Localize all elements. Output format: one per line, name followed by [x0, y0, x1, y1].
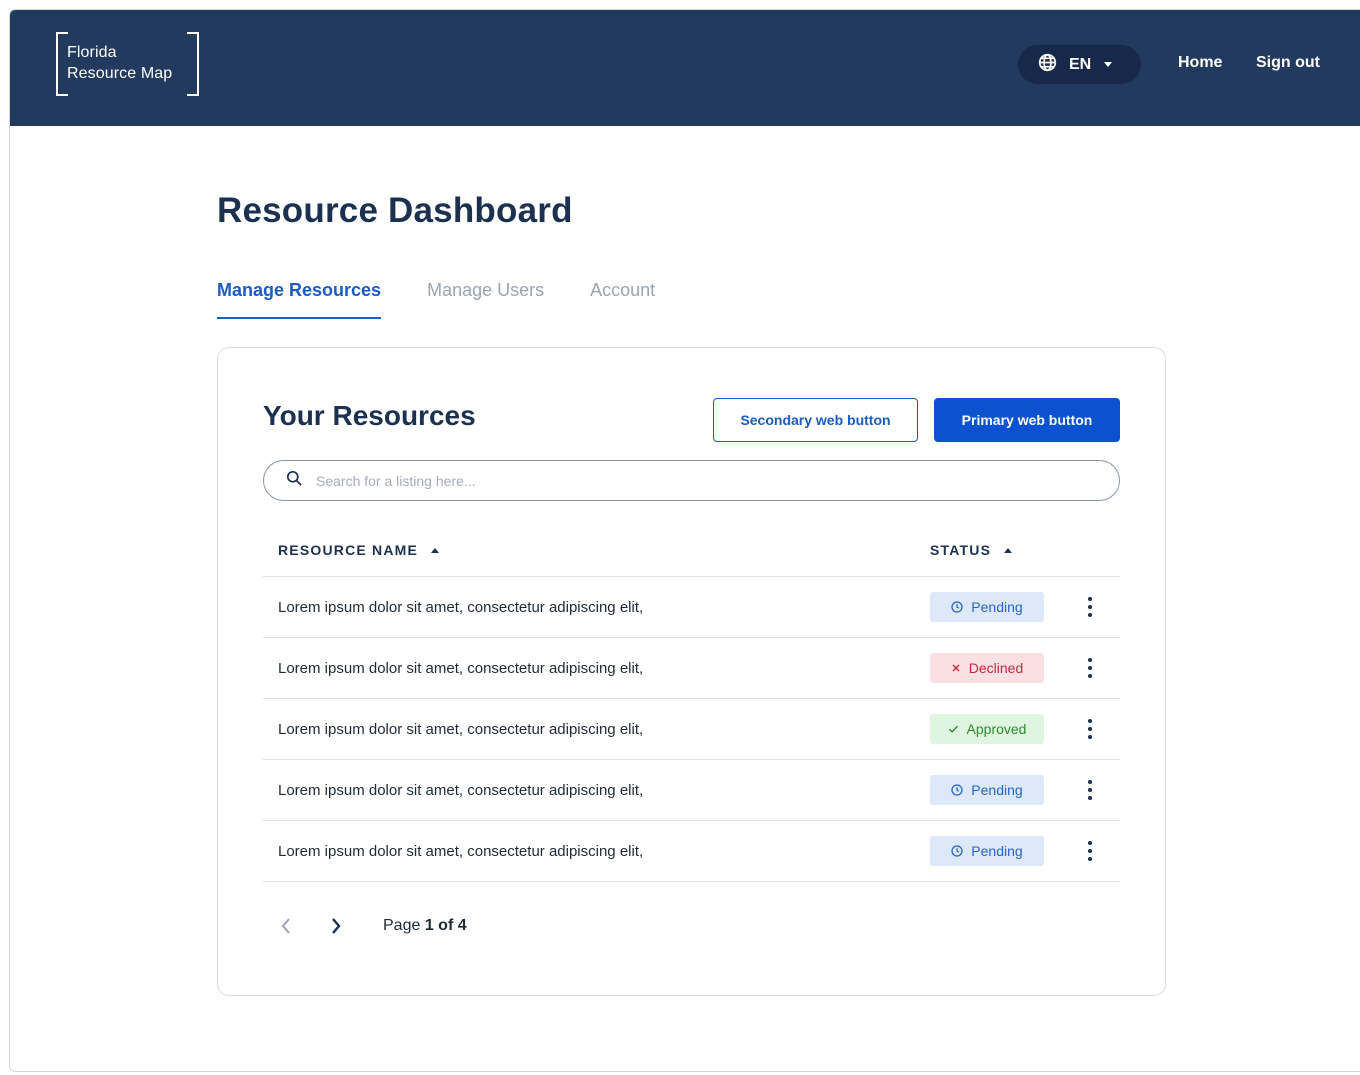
table-row[interactable]: Lorem ipsum dolor sit amet, consectetur … [263, 760, 1120, 821]
table-row[interactable]: Lorem ipsum dolor sit amet, consectetur … [263, 821, 1120, 882]
page-current: 1 of 4 [424, 917, 467, 934]
tab-manage-resources[interactable]: Manage Resources [217, 277, 382, 319]
page-title: Resource Dashboard [217, 191, 573, 230]
search-bar [263, 460, 1120, 501]
resource-name: Lorem ipsum dolor sit amet, consectetur … [278, 721, 644, 738]
status-badge-pending: Pending [930, 592, 1044, 622]
logo-line-2: Resource Map [67, 65, 173, 82]
table-row[interactable]: Lorem ipsum dolor sit amet, consectetur … [263, 699, 1120, 760]
tab-account[interactable]: Account [590, 277, 655, 319]
x-icon [951, 663, 961, 673]
chevron-right-icon[interactable] [326, 916, 346, 936]
nav-sign-out-link[interactable]: Sign out [1256, 54, 1320, 72]
nav-home-link[interactable]: Home [1178, 54, 1222, 72]
column-label-resource-name: RESOURCE NAME [278, 542, 419, 558]
kebab-menu-icon[interactable] [1083, 839, 1097, 863]
top-header: Florida Resource Map EN Home Sign out [10, 10, 1360, 126]
table-body: Lorem ipsum dolor sit amet, consectetur … [263, 577, 1120, 882]
app-window: Florida Resource Map EN Home Sign out Re… [9, 9, 1360, 1072]
primary-button[interactable]: Primary web button [934, 398, 1120, 442]
tab-manage-users[interactable]: Manage Users [427, 277, 544, 319]
page-prefix: Page [383, 917, 421, 934]
clock-icon [951, 784, 963, 796]
resource-name: Lorem ipsum dolor sit amet, consectetur … [278, 782, 644, 799]
pagination: Page 1 of 4 [276, 910, 467, 942]
status-label: Approved [966, 721, 1027, 737]
status-badge-pending: Pending [930, 836, 1044, 866]
logo-line-1: Florida [67, 44, 117, 61]
status-badge-approved: Approved [930, 714, 1044, 744]
clock-icon [951, 845, 963, 857]
kebab-menu-icon[interactable] [1083, 656, 1097, 680]
tab-bar: Manage Resources Manage Users Account [217, 277, 701, 321]
globe-icon [1038, 53, 1057, 77]
status-label: Declined [968, 660, 1024, 676]
sort-up-icon [1004, 547, 1013, 553]
column-header-status[interactable]: STATUS [930, 542, 1013, 558]
resource-name: Lorem ipsum dolor sit amet, consectetur … [278, 843, 644, 860]
table-header: RESOURCE NAME STATUS [263, 528, 1120, 577]
column-label-status: STATUS [930, 542, 992, 558]
secondary-button[interactable]: Secondary web button [713, 398, 918, 442]
card-title: Your Resources [263, 400, 476, 431]
language-label: EN [1069, 55, 1092, 73]
kebab-menu-icon[interactable] [1083, 717, 1097, 741]
status-label: Pending [971, 843, 1023, 859]
resources-card: Your Resources Secondary web button Prim… [217, 347, 1166, 996]
column-header-resource-name[interactable]: RESOURCE NAME [278, 542, 440, 558]
chevron-left-icon[interactable] [276, 916, 296, 936]
status-badge-pending: Pending [930, 775, 1044, 805]
kebab-menu-icon[interactable] [1083, 595, 1097, 619]
status-label: Pending [971, 599, 1023, 615]
search-input[interactable] [316, 472, 1016, 489]
logo-right-bracket [187, 32, 199, 96]
table-row[interactable]: Lorem ipsum dolor sit amet, consectetur … [263, 577, 1120, 638]
sort-up-icon [431, 547, 440, 553]
check-icon [948, 724, 959, 734]
caret-down-icon [1104, 62, 1113, 67]
language-selector[interactable]: EN [1018, 45, 1141, 84]
search-icon [286, 470, 302, 491]
status-badge-declined: Declined [930, 653, 1044, 683]
logo-text: Florida Resource Map [67, 42, 172, 84]
kebab-menu-icon[interactable] [1083, 778, 1097, 802]
page-indicator: Page 1 of 4 [383, 917, 467, 935]
logo[interactable]: Florida Resource Map [56, 32, 199, 96]
status-label: Pending [971, 782, 1023, 798]
clock-icon [951, 601, 963, 613]
resource-name: Lorem ipsum dolor sit amet, consectetur … [278, 599, 644, 616]
resource-name: Lorem ipsum dolor sit amet, consectetur … [278, 660, 644, 677]
table-row[interactable]: Lorem ipsum dolor sit amet, consectetur … [263, 638, 1120, 699]
